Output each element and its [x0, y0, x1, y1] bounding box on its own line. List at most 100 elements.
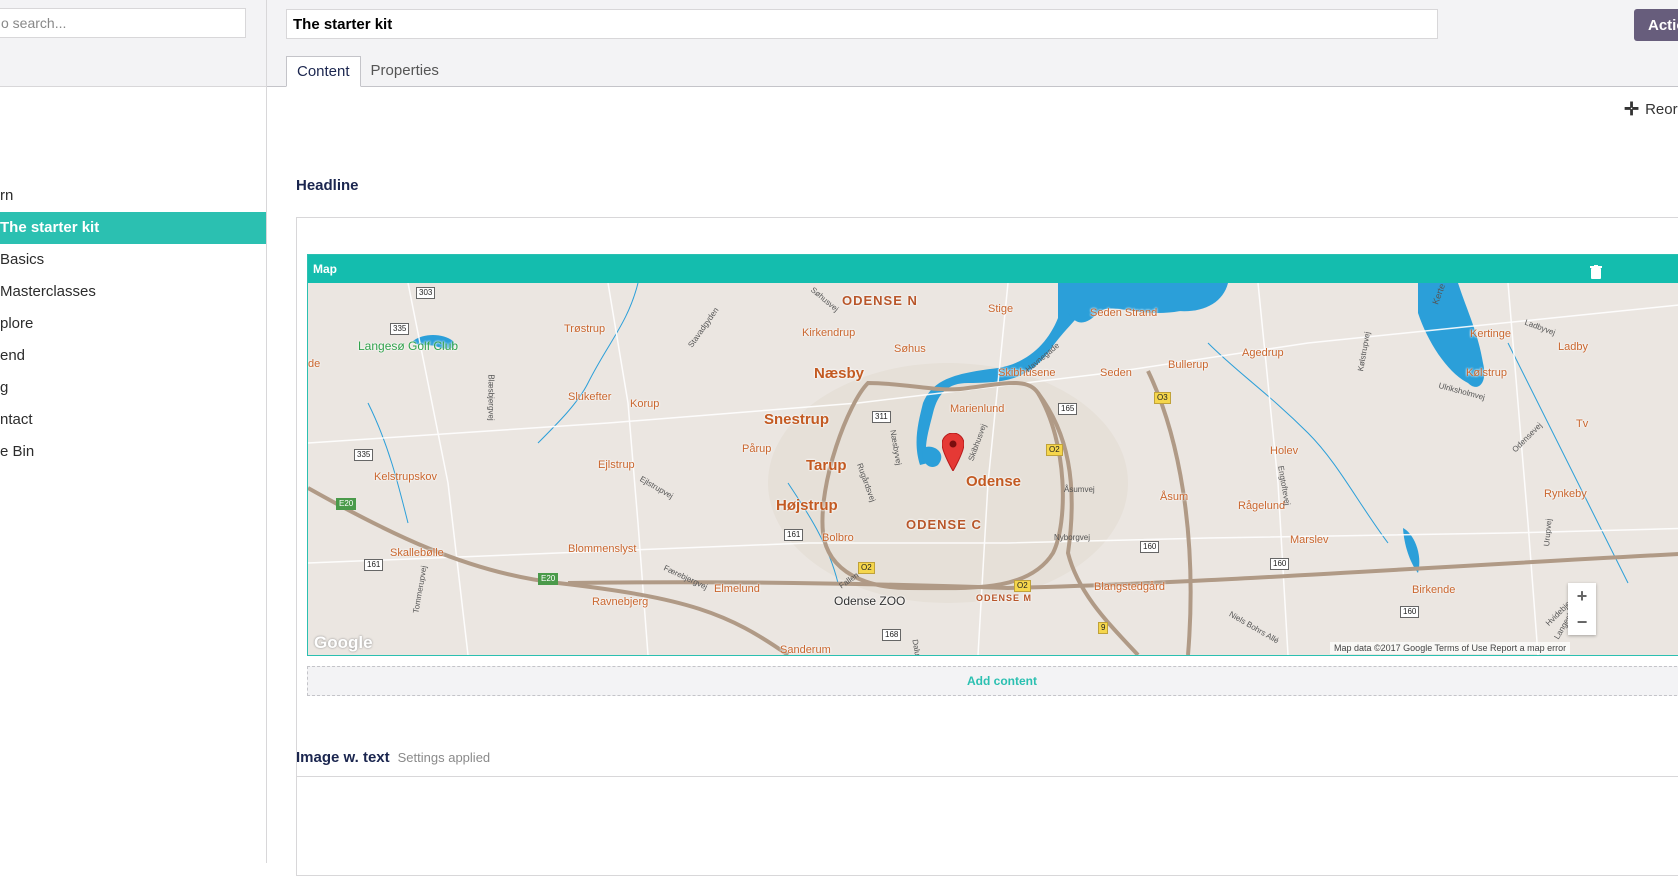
map-label: Seden Strand	[1090, 307, 1158, 319]
google-map[interactable]: ODENSE N Stige Seden Strand Kertinge Lad…	[308, 283, 1678, 655]
road-shield: 9	[1098, 622, 1109, 634]
road-shield: 161	[784, 529, 804, 541]
tree-node[interactable]: Masterclasses	[0, 276, 266, 308]
road-shield: 161	[364, 559, 384, 571]
tree-node-list: rn The starter kit Basics Masterclasses …	[0, 180, 266, 468]
map-label: Ravnebjerg	[592, 596, 649, 608]
map-label: Bullerup	[1168, 359, 1209, 371]
map-label: Tarup	[806, 457, 847, 474]
map-label: Blommenslyst	[568, 543, 637, 555]
map-label: ODENSE M	[976, 593, 1033, 603]
road-shield: O3	[1154, 392, 1171, 404]
image-text-editor	[296, 776, 1678, 876]
map-label: Tv	[1576, 418, 1589, 430]
map-label: Kirkendrup	[802, 327, 856, 339]
map-label: Skallebølle	[390, 547, 444, 559]
road-shield: O2	[1014, 580, 1031, 592]
add-content-button[interactable]: Add content	[307, 666, 1678, 696]
map-label: Birkende	[1412, 584, 1456, 596]
grid-editor: Map ODENSE N Stige Seden Strand Kertinge…	[296, 217, 1678, 830]
map-label: Bolbro	[822, 532, 854, 544]
map-label: ODENSE C	[906, 517, 982, 532]
map-label: Højstrup	[776, 497, 838, 514]
map-label: Seden	[1100, 367, 1132, 379]
map-control: Map ODENSE N Stige Seden Strand Kertinge…	[307, 254, 1678, 656]
map-marker-icon[interactable]	[942, 433, 964, 471]
road-shield: O2	[1046, 444, 1063, 456]
road-shield: 160	[1270, 558, 1290, 570]
map-label: Elmelund	[714, 583, 760, 595]
tree-node[interactable]: e Bin	[0, 436, 266, 468]
map-label: Rynkeby	[1544, 488, 1587, 500]
road-shield: 335	[390, 323, 410, 335]
road-shield: O2	[858, 562, 875, 574]
editor-tabs: Content Properties	[286, 56, 449, 87]
map-label: Holev	[1270, 445, 1299, 457]
map-label: Agedrup	[1242, 347, 1284, 359]
map-label: Marienlund	[950, 403, 1005, 415]
map-label: Ejlstrup	[598, 459, 635, 471]
road-shield: 160	[1140, 541, 1160, 553]
map-control-title: Map	[313, 262, 337, 276]
tree-node[interactable]: g	[0, 372, 266, 404]
tree-search-area	[0, 0, 266, 87]
tab-properties[interactable]: Properties	[361, 56, 449, 87]
map-label: Søhus	[894, 343, 926, 355]
road-shield: 311	[872, 411, 891, 423]
image-text-title: Image w. text	[296, 749, 390, 766]
road-label: Blæsbjergvej	[486, 374, 496, 421]
road-shield: 335	[354, 449, 374, 461]
map-label: Kølstrup	[1466, 367, 1507, 379]
content-tree: rn The starter kit Basics Masterclasses …	[0, 0, 267, 863]
tree-node[interactable]: ntact	[0, 404, 266, 436]
zoom-control: + −	[1568, 583, 1596, 635]
map-label: ODENSE N	[842, 293, 918, 308]
headline-label: Headline	[296, 177, 359, 194]
map-label: Odense ZOO	[834, 594, 906, 608]
editor-content: ✛ Reord Headline Map	[267, 88, 1678, 876]
tree-node-active[interactable]: The starter kit	[0, 212, 266, 244]
image-text-desc: Settings applied	[397, 750, 491, 765]
map-label: Ladby	[1558, 341, 1588, 353]
map-label: Blangstedgård	[1094, 581, 1165, 593]
map-label: Stige	[988, 303, 1014, 315]
map-label: Korup	[630, 398, 660, 410]
road-shield: 303	[416, 287, 436, 299]
map-label: Kertinge	[1470, 328, 1511, 340]
actions-button[interactable]: Actio	[1634, 9, 1678, 41]
road-shield: E20	[538, 573, 559, 585]
map-label: Pårup	[742, 443, 772, 455]
zoom-in-button[interactable]: +	[1568, 583, 1596, 609]
zoom-out-button[interactable]: −	[1568, 609, 1596, 635]
road-shield: 168	[882, 629, 902, 641]
tree-node[interactable]: Basics	[0, 244, 266, 276]
map-label: Sanderum	[780, 644, 831, 655]
map-label: Trøstrup	[564, 323, 606, 335]
map-label: Kelstrupskov	[374, 471, 437, 483]
move-icon: ✛	[1624, 99, 1640, 119]
google-logo: Google	[314, 633, 373, 652]
node-name-input[interactable]	[286, 9, 1438, 39]
editor-header: Actio Content Properties	[267, 0, 1678, 87]
map-control-bar: Map	[308, 255, 1678, 283]
map-label: Odense	[966, 473, 1022, 490]
image-text-label: Image w. text Settings applied	[296, 749, 490, 766]
map-attribution[interactable]: Map data ©2017 Google Terms of Use Repor…	[1330, 642, 1571, 654]
tab-content[interactable]: Content	[286, 56, 361, 87]
reorder-button[interactable]: ✛ Reord	[1624, 100, 1678, 118]
reorder-label: Reord	[1645, 100, 1678, 118]
map-label: Åsum	[1160, 491, 1189, 503]
map-label: de	[308, 358, 321, 370]
map-label: Næsby	[814, 365, 865, 382]
road-shield: 165	[1058, 403, 1078, 415]
tree-search-input[interactable]	[0, 8, 246, 38]
map-label: Slukefter	[568, 391, 612, 403]
tree-node[interactable]: rn	[0, 180, 266, 212]
road-label: Åsumvej	[1064, 485, 1095, 494]
tree-node[interactable]: end	[0, 340, 266, 372]
map-label: Rågelund	[1238, 500, 1286, 512]
map-label: Langesø Golf Club	[358, 339, 459, 353]
tree-node[interactable]: plore	[0, 308, 266, 340]
road-label: Nyborgvej	[1054, 533, 1091, 542]
road-shield: E20	[336, 498, 357, 510]
